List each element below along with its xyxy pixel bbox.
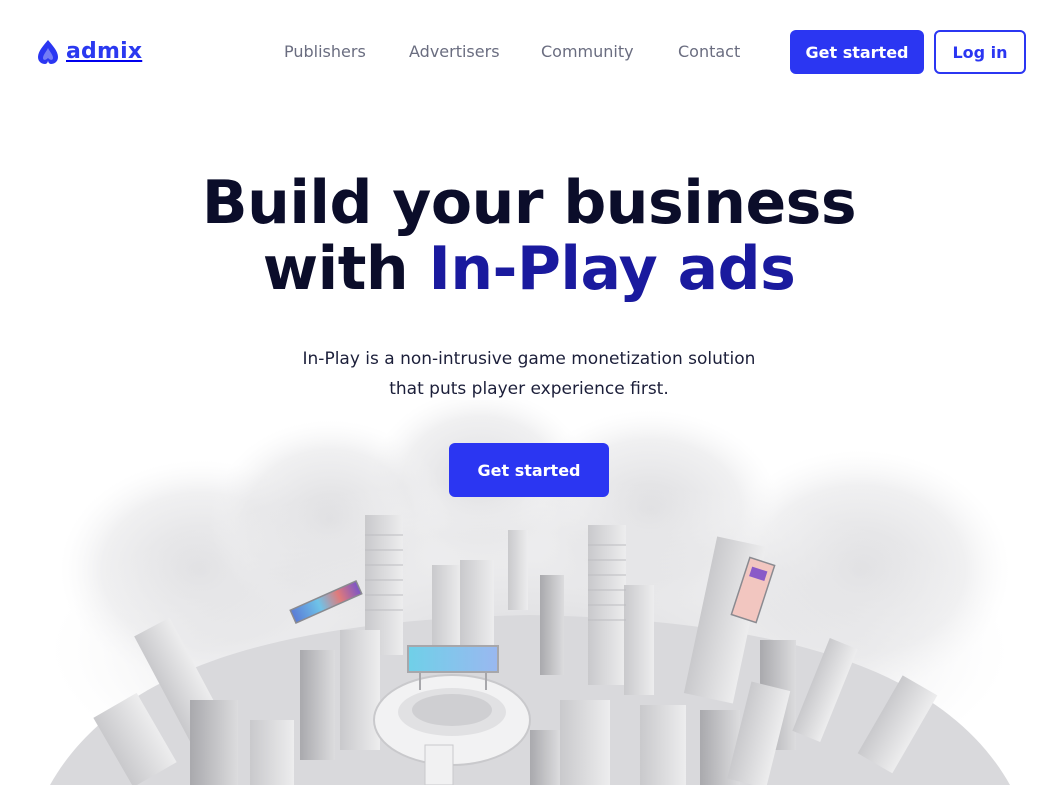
hero-title-line-2: with In-Play ads <box>0 236 1058 302</box>
hero-subtitle: In-Play is a non-intrusive game monetiza… <box>0 344 1058 404</box>
nav-link-community[interactable]: Community <box>541 42 634 62</box>
hero-title-prefix: with <box>262 234 409 304</box>
nav-link-advertisers[interactable]: Advertisers <box>409 42 500 62</box>
admix-logo-icon <box>38 40 58 64</box>
hero-subtitle-line-1: In-Play is a non-intrusive game monetiza… <box>302 349 756 369</box>
hero-title-line-1: Build your business <box>201 168 857 238</box>
log-in-button[interactable]: Log in <box>934 30 1026 74</box>
nav-link-publishers[interactable]: Publishers <box>284 42 366 62</box>
admix-logo[interactable]: admix <box>34 38 142 66</box>
top-navigation: admix Publishers Advertisers Community C… <box>0 0 1058 104</box>
hero-title: Build your business with In-Play ads <box>0 170 1058 302</box>
hero-title-accent: In-Play ads <box>425 234 799 304</box>
get-started-button[interactable]: Get started <box>790 30 924 74</box>
nav-link-contact[interactable]: Contact <box>678 42 740 62</box>
hero-get-started-button[interactable]: Get started <box>449 443 609 497</box>
brand-name: admix <box>66 39 143 64</box>
